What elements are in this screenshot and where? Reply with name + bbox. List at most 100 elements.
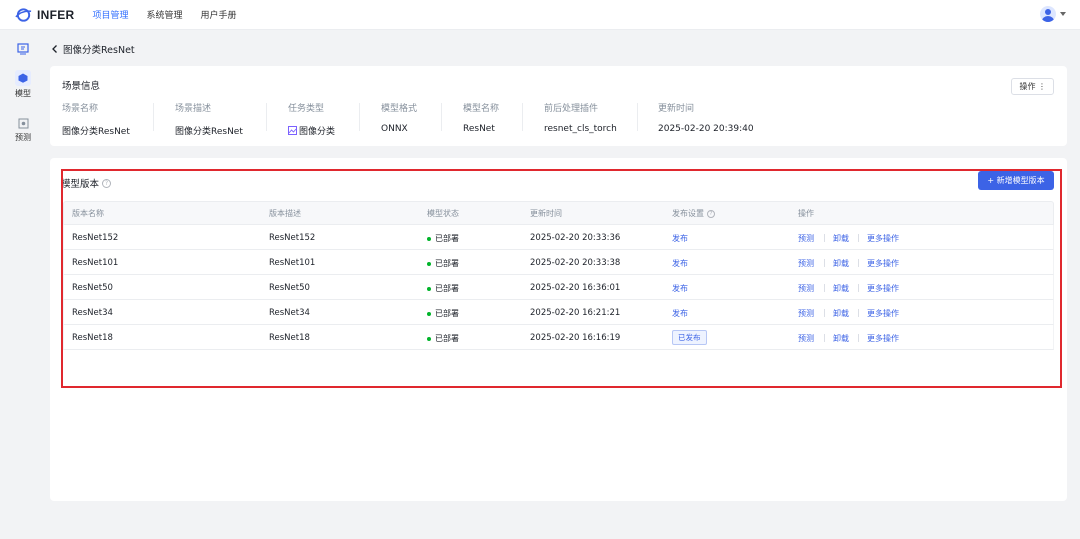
more-actions-link[interactable]: 更多操作 — [867, 333, 899, 344]
table-row: ResNet101 ResNet101 已部署 2025-02-20 20:33:38… — [63, 250, 1054, 275]
divider — [637, 103, 638, 131]
status-text: 已部署 — [435, 259, 459, 268]
status-text: 已部署 — [435, 234, 459, 243]
uninstall-link[interactable]: 卸载 — [833, 283, 849, 294]
divider — [858, 334, 859, 342]
rail-item-predict[interactable]: 预测 — [0, 116, 46, 143]
main-nav: 项目管理 系统管理 用户手册 — [93, 8, 255, 21]
user-menu[interactable] — [1040, 6, 1066, 22]
status-badge: 已部署 — [427, 233, 459, 244]
help-icon[interactable]: ? — [102, 178, 112, 188]
version-name: ResNet152 — [72, 233, 119, 243]
predict-link[interactable]: 预测 — [798, 308, 814, 319]
update-time: 2025-02-20 16:16:19 — [530, 333, 621, 343]
version-desc: ResNet18 — [269, 333, 310, 343]
table-row: ResNet152 ResNet152 已部署 2025-02-20 20:33:36… — [63, 225, 1054, 250]
top-bar: INFER 项目管理 系统管理 用户手册 — [0, 0, 1080, 30]
field-value: 图像分类 — [288, 124, 335, 137]
divider — [858, 309, 859, 317]
publish-link[interactable]: 发布 — [672, 283, 688, 294]
col-version-desc: 版本描述 — [269, 209, 301, 218]
nav-item-project-management[interactable]: 项目管理 — [93, 8, 129, 21]
scene-info-card: 场景信息 操作 ⋮ 场景名称 图像分类ResNet 场景描述 图像分类ResNe… — [50, 66, 1067, 146]
table-body: ResNet152 ResNet152 已部署 2025-02-20 20:33:36… — [63, 225, 1054, 350]
operations-button[interactable]: 操作 ⋮ — [1011, 78, 1054, 95]
field-label: 模型格式 — [381, 104, 418, 114]
infer-logo-icon — [15, 7, 32, 22]
status-badge: 已部署 — [427, 283, 459, 294]
field-label: 任务类型 — [288, 104, 325, 114]
field-label: 前后处理插件 — [544, 104, 599, 114]
divider — [824, 259, 825, 267]
divider — [266, 103, 267, 131]
cube-icon — [15, 70, 31, 86]
update-time: 2025-02-20 16:36:01 — [530, 283, 621, 293]
published-tag: 已发布 — [672, 330, 707, 345]
field-label: 更新时间 — [658, 104, 695, 114]
image-classify-icon — [288, 126, 297, 135]
table-header: 版本名称 版本描述 模型状态 更新时间 发布设置 ? 操作 — [63, 201, 1054, 225]
nav-item-system-management[interactable]: 系统管理 — [147, 8, 183, 21]
uninstall-link[interactable]: 卸载 — [833, 333, 849, 344]
brand-logo[interactable]: INFER — [14, 8, 75, 22]
version-name: ResNet34 — [72, 308, 113, 318]
col-version-name: 版本名称 — [72, 209, 104, 218]
more-actions-link[interactable]: 更多操作 — [867, 308, 899, 319]
field-scene-name: 场景名称 图像分类ResNet — [62, 101, 130, 137]
version-name: ResNet50 — [72, 283, 113, 293]
back-arrow-icon[interactable] — [50, 44, 60, 54]
add-model-version-button[interactable]: + 新增模型版本 — [978, 171, 1054, 190]
col-publish-settings: 发布设置 ? — [672, 208, 715, 219]
version-name: ResNet101 — [72, 258, 119, 268]
predict-link[interactable]: 预测 — [798, 333, 814, 344]
more-actions-link[interactable]: 更多操作 — [867, 233, 899, 244]
update-time: 2025-02-20 16:21:21 — [530, 308, 621, 318]
divider — [824, 234, 825, 242]
versions-table: 版本名称 版本描述 模型状态 更新时间 发布设置 ? 操作 ResNet152 R… — [63, 201, 1054, 350]
more-actions-link[interactable]: 更多操作 — [867, 283, 899, 294]
status-dot-icon — [427, 336, 431, 341]
publish-link[interactable]: 发布 — [672, 233, 688, 244]
field-model-format: 模型格式 ONNX — [381, 101, 417, 134]
publish-link[interactable]: 发布 — [672, 258, 688, 269]
model-versions-title: 模型版本 ? — [61, 176, 112, 190]
field-label: 场景名称 — [62, 104, 99, 114]
field-value: resnet_cls_torch — [544, 124, 617, 134]
field-plugin: 前后处理插件 resnet_cls_torch — [544, 101, 617, 134]
predict-link[interactable]: 预测 — [798, 233, 814, 244]
rail-label-predict: 预测 — [15, 133, 31, 142]
divider — [858, 284, 859, 292]
status-dot-icon — [427, 261, 431, 266]
divider — [824, 284, 825, 292]
col-publish-label: 发布设置 — [672, 209, 704, 218]
rail-item-model[interactable]: 模型 — [0, 70, 46, 99]
uninstall-link[interactable]: 卸载 — [833, 258, 849, 269]
col-actions: 操作 — [798, 209, 814, 218]
chevron-down-icon[interactable] — [1060, 12, 1066, 16]
uninstall-link[interactable]: 卸载 — [833, 308, 849, 319]
version-name: ResNet18 — [72, 333, 113, 343]
divider — [824, 309, 825, 317]
nav-item-user-manual[interactable]: 用户手册 — [201, 8, 237, 21]
status-badge: 已部署 — [427, 308, 459, 319]
field-update-time: 更新时间 2025-02-20 20:39:40 — [658, 101, 754, 134]
field-value: 图像分类ResNet — [175, 127, 243, 137]
rail-item-scene[interactable] — [0, 42, 46, 56]
field-scene-desc: 场景描述 图像分类ResNet — [175, 101, 243, 137]
field-label: 模型名称 — [463, 104, 500, 114]
task-type-value: 图像分类 — [299, 127, 336, 137]
status-dot-icon — [427, 286, 431, 291]
predict-link[interactable]: 预测 — [798, 283, 814, 294]
help-icon[interactable]: ? — [707, 209, 715, 218]
status-text: 已部署 — [435, 284, 459, 293]
predict-link[interactable]: 预测 — [798, 258, 814, 269]
field-value: ResNet — [463, 124, 495, 134]
avatar[interactable] — [1040, 6, 1056, 22]
publish-link[interactable]: 发布 — [672, 308, 688, 319]
brand-name: INFER — [37, 7, 75, 22]
uninstall-link[interactable]: 卸载 — [833, 233, 849, 244]
divider — [858, 259, 859, 267]
more-actions-link[interactable]: 更多操作 — [867, 258, 899, 269]
scene-icon — [16, 42, 30, 56]
version-desc: ResNet101 — [269, 258, 316, 268]
